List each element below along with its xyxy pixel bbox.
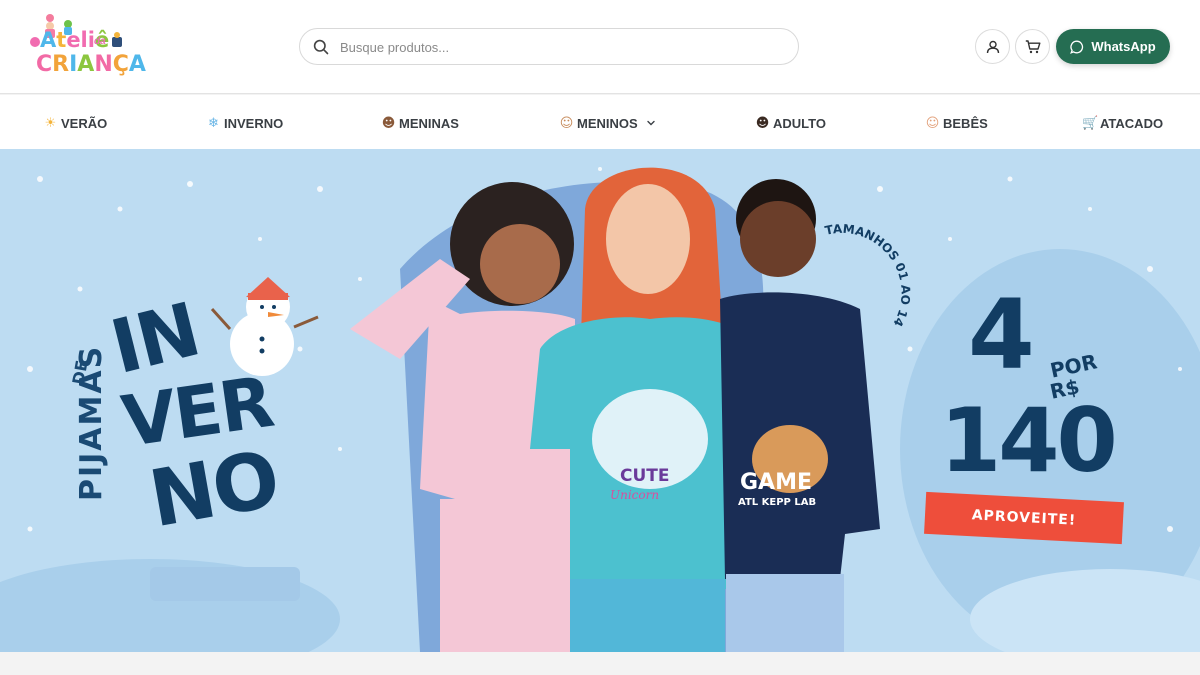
snowflake-icon: ❄ xyxy=(208,115,219,131)
search-icon xyxy=(313,39,329,55)
shirt-text-unicorn: Unicorn xyxy=(610,488,659,502)
chevron-down-icon[interactable] xyxy=(646,118,656,128)
shirt-text-game: GAME xyxy=(740,470,812,495)
nav-item-label: MENINAS xyxy=(399,115,459,131)
cart-button[interactable] xyxy=(1015,29,1050,64)
cart-icon xyxy=(1025,39,1040,53)
hero-title-line-3: NO xyxy=(143,434,285,546)
nav-item-bebes[interactable]: ☺ BEBÊS xyxy=(925,114,988,132)
user-icon xyxy=(986,40,999,53)
category-nav: ☀ VERÃO ❄ INVERNO ☻ MENINAS ☺ MENINOS ☻ … xyxy=(0,95,1200,149)
woman-icon: ☻ xyxy=(755,115,770,131)
nav-item-meninas[interactable]: ☻ MENINAS xyxy=(381,114,459,132)
whatsapp-label: WhatsApp xyxy=(1091,39,1156,54)
hero-title-pijamas: PIJAMAS xyxy=(74,344,109,501)
nav-item-label: ATACADO xyxy=(1100,115,1164,131)
nav-item-label: VERÃO xyxy=(61,115,108,131)
shopping-cart-icon: 🛒 xyxy=(1082,115,1099,131)
nav-item-verao[interactable]: ☀ VERÃO xyxy=(43,114,108,132)
nav-item-adulto[interactable]: ☻ ADULTO xyxy=(755,114,826,132)
logo-da: da xyxy=(94,36,106,47)
shirt-text-lab: ATL KEPP LAB xyxy=(738,497,816,508)
brand-logo[interactable]: Ateliê da CRIANÇA xyxy=(28,14,146,80)
girl-icon: ☻ xyxy=(381,115,396,131)
account-button[interactable] xyxy=(975,29,1010,64)
nav-item-meninos[interactable]: ☺ MENINOS xyxy=(559,114,656,132)
logo-line-2: CRIANÇA xyxy=(36,52,146,77)
promo-quantity: 4 xyxy=(968,279,1035,391)
site-header: Ateliê da CRIANÇA WhatsApp xyxy=(0,0,1200,94)
sun-icon: ☀ xyxy=(44,115,57,131)
nav-item-label: MENINOS xyxy=(577,115,638,131)
shirt-text-cute: CUTE xyxy=(620,466,670,486)
whatsapp-button[interactable]: WhatsApp xyxy=(1056,29,1170,64)
hero-banner[interactable]: CUTE Unicorn GAME ATL KEPP LAB TAMANHOS … xyxy=(0,149,1200,652)
nav-item-label: ADULTO xyxy=(773,115,826,131)
whatsapp-icon xyxy=(1070,40,1084,54)
promo-price: 140 xyxy=(940,389,1118,492)
boy-icon: ☺ xyxy=(559,115,574,131)
search-bar[interactable] xyxy=(299,28,799,65)
search-input[interactable] xyxy=(340,36,780,58)
baby-icon: ☺ xyxy=(925,115,940,131)
nav-item-label: INVERNO xyxy=(224,115,284,131)
nav-item-atacado[interactable]: 🛒 ATACADO xyxy=(1082,114,1163,132)
page-bottom-strip xyxy=(0,652,1200,675)
nav-item-label: BEBÊS xyxy=(943,115,988,131)
nav-item-inverno[interactable]: ❄ INVERNO xyxy=(206,114,283,132)
